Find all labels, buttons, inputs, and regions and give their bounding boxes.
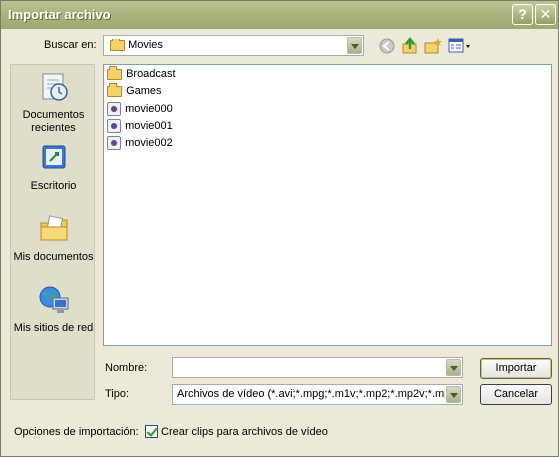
file-name: Games	[126, 85, 162, 98]
place-label: Mis sitios de red	[13, 322, 94, 334]
folder-icon	[107, 82, 122, 97]
recent-documents-icon	[42, 73, 68, 101]
file-name: Broadcast	[126, 68, 176, 81]
lookin-label: Buscar en:	[44, 39, 97, 51]
list-item[interactable]: Broadcast	[107, 65, 176, 84]
place-label: Escritorio	[30, 180, 77, 192]
cancel-button[interactable]: Cancelar	[480, 384, 552, 405]
chevron-down-icon[interactable]	[446, 386, 461, 403]
close-icon: ✕	[539, 6, 552, 22]
lookin-combo[interactable]: Movies	[103, 35, 364, 56]
folder-icon	[110, 39, 125, 51]
filetype-select[interactable]: Archivos de vídeo (*.avi;*.mpg;*.m1v;*.m…	[172, 384, 463, 405]
movie-file-icon	[107, 136, 121, 150]
my-documents-icon	[40, 215, 67, 241]
movie-file-icon	[107, 119, 121, 133]
lookin-value: Movies	[128, 39, 163, 51]
folder-icon	[107, 65, 122, 80]
place-label: Documentos recientes	[22, 109, 85, 134]
new-folder-icon[interactable]	[424, 37, 442, 55]
chevron-down-icon[interactable]	[446, 359, 461, 376]
list-item[interactable]: Games	[107, 82, 162, 101]
file-list[interactable]: Broadcast Games movie000 movie001 movie0…	[103, 64, 552, 346]
title-bar[interactable]: Importar archivo ? ✕	[1, 1, 558, 29]
movie-file-icon	[107, 102, 121, 116]
create-clips-label[interactable]: Crear clips para archivos de vídeo	[161, 426, 328, 438]
up-folder-icon[interactable]	[401, 37, 419, 55]
filetype-label: Tipo:	[105, 388, 130, 400]
network-places-icon	[39, 286, 68, 313]
help-button[interactable]: ?	[512, 4, 533, 25]
list-item[interactable]: movie002	[107, 136, 173, 152]
place-desktop[interactable]: Escritorio	[11, 142, 96, 193]
file-name: movie000	[125, 103, 173, 115]
place-label: Mis documentos	[13, 251, 94, 263]
window-title: Importar archivo	[8, 7, 111, 22]
place-recent-documents[interactable]: Documentos recientes	[11, 71, 96, 135]
close-button[interactable]: ✕	[535, 4, 556, 25]
back-icon[interactable]	[378, 37, 396, 55]
file-name: movie001	[125, 120, 173, 132]
places-bar: Documentos recientes Escritorio Mis docu…	[10, 64, 95, 400]
help-icon: ?	[518, 6, 527, 22]
import-button[interactable]: Importar	[480, 358, 552, 379]
create-clips-checkbox[interactable]	[145, 425, 158, 438]
desktop-icon	[42, 145, 65, 169]
view-menu-icon[interactable]	[448, 37, 472, 55]
file-name: movie002	[125, 137, 173, 149]
place-network-places[interactable]: Mis sitios de red	[11, 284, 96, 335]
filename-field[interactable]	[172, 357, 463, 378]
chevron-down-icon[interactable]	[347, 37, 362, 54]
import-dialog: Importar archivo ? ✕ Buscar en: Movies D…	[0, 0, 559, 457]
filename-label: Nombre:	[105, 362, 148, 374]
import-options-label: Opciones de importación:	[14, 426, 139, 438]
place-my-documents[interactable]: Mis documentos	[11, 213, 96, 264]
list-item[interactable]: movie001	[107, 119, 173, 135]
list-item[interactable]: movie000	[107, 102, 173, 118]
filetype-value: Archivos de vídeo (*.avi;*.mpg;*.m1v;*.m…	[177, 388, 445, 400]
